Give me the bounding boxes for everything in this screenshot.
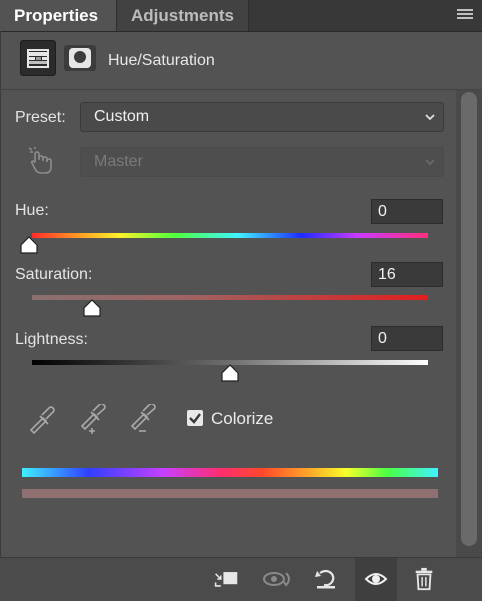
saturation-input[interactable]: 16	[371, 262, 443, 287]
tab-adjustments[interactable]: Adjustments	[117, 0, 249, 31]
lightness-input[interactable]: 0	[371, 326, 443, 351]
preset-value: Custom	[94, 108, 150, 125]
eyedropper-subtract-icon[interactable]	[128, 404, 156, 434]
preset-label: Preset:	[15, 109, 66, 126]
colorize-checkbox[interactable]	[187, 410, 203, 426]
eyedropper-add-icon[interactable]	[78, 404, 106, 434]
saturation-label: Saturation:	[15, 266, 93, 283]
eye-icon	[364, 573, 388, 585]
targeted-adjustment-hand-icon[interactable]	[27, 146, 55, 176]
properties-header: Hue/Saturation	[0, 32, 482, 90]
lightness-slider-thumb[interactable]	[220, 364, 240, 382]
eyedropper-icon[interactable]	[27, 404, 55, 434]
hue-input[interactable]: 0	[371, 199, 443, 224]
reset-icon[interactable]	[313, 567, 339, 591]
hue-slider-thumb[interactable]	[19, 236, 39, 254]
hue-saturation-layer-icon[interactable]	[20, 40, 56, 76]
tab-properties[interactable]: Properties	[0, 0, 117, 31]
panel-left-border	[0, 31, 1, 600]
properties-footer	[0, 557, 482, 601]
colorize-label: Colorize	[211, 409, 274, 428]
toggle-visibility-button[interactable]	[355, 558, 397, 601]
checkmark-icon	[189, 413, 201, 424]
panel-menu-icon[interactable]	[457, 9, 473, 21]
output-color-bar	[22, 489, 438, 498]
delete-icon[interactable]	[412, 567, 436, 591]
hue-label: Hue:	[15, 202, 49, 219]
scrollbar-thumb[interactable]	[461, 92, 477, 546]
lightness-label: Lightness:	[15, 331, 88, 348]
clip-to-layer-icon[interactable]	[213, 567, 239, 591]
preset-select[interactable]: Custom	[80, 102, 444, 132]
adjustment-title: Hue/Saturation	[108, 52, 215, 69]
saturation-slider-thumb[interactable]	[82, 299, 102, 317]
chevron-down-icon	[425, 114, 435, 121]
layer-mask-icon[interactable]	[64, 45, 96, 71]
header-divider	[0, 89, 482, 90]
panel-tab-bar: Properties Adjustments	[0, 0, 482, 32]
channel-select: Master	[80, 147, 444, 177]
chevron-down-icon	[425, 159, 435, 166]
channel-value: Master	[94, 153, 143, 170]
input-color-bar	[22, 468, 438, 477]
view-previous-state-icon[interactable]	[262, 567, 294, 591]
hue-slider-track[interactable]	[32, 233, 428, 238]
